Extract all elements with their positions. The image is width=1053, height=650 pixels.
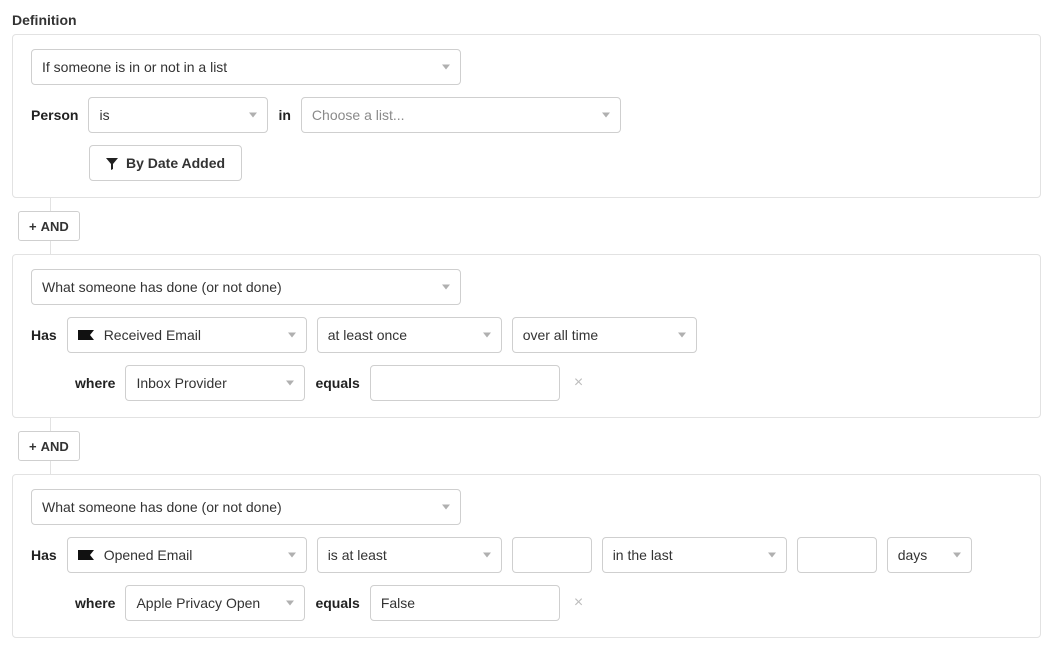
plus-icon: + bbox=[29, 439, 37, 454]
chevron-down-icon bbox=[483, 553, 491, 558]
frequency-select[interactable]: at least once bbox=[317, 317, 502, 353]
and-button[interactable]: + AND bbox=[18, 211, 80, 241]
operator-select[interactable]: is bbox=[88, 97, 268, 133]
chevron-down-icon bbox=[286, 381, 294, 386]
condition-type-label: What someone has done (or not done) bbox=[42, 279, 282, 295]
condition-type-select[interactable]: What someone has done (or not done) bbox=[31, 489, 461, 525]
condition-type-select[interactable]: What someone has done (or not done) bbox=[31, 269, 461, 305]
condition-type-label: If someone is in or not in a list bbox=[42, 59, 227, 75]
plus-icon: + bbox=[29, 219, 37, 234]
chevron-down-icon bbox=[602, 113, 610, 118]
remove-filter-icon[interactable]: × bbox=[570, 370, 587, 396]
condition-type-select[interactable]: If someone is in or not in a list bbox=[31, 49, 461, 85]
timeframe-label: in the last bbox=[613, 547, 673, 563]
metric-label: Opened Email bbox=[104, 547, 193, 563]
where-value: False bbox=[381, 595, 415, 611]
list-select[interactable]: Choose a list... bbox=[301, 97, 621, 133]
remove-filter-icon[interactable]: × bbox=[570, 590, 587, 616]
condition-block: If someone is in or not in a list Person… bbox=[12, 34, 1041, 198]
frequency-label: is at least bbox=[328, 547, 387, 563]
and-button[interactable]: + AND bbox=[18, 431, 80, 461]
timeframe-select[interactable]: in the last bbox=[602, 537, 787, 573]
where-field-label: Apple Privacy Open bbox=[136, 595, 260, 611]
where-op: equals bbox=[315, 595, 359, 611]
count-input[interactable] bbox=[512, 537, 592, 573]
time-value-input[interactable] bbox=[797, 537, 877, 573]
and-label: AND bbox=[41, 219, 69, 234]
connector: + AND bbox=[12, 418, 1041, 474]
date-filter-label: By Date Added bbox=[126, 155, 225, 171]
list-placeholder: Choose a list... bbox=[312, 107, 405, 123]
subject-label: Has bbox=[31, 327, 57, 343]
metric-label: Received Email bbox=[104, 327, 201, 343]
chevron-down-icon bbox=[768, 553, 776, 558]
chevron-down-icon bbox=[442, 285, 450, 290]
date-filter-button[interactable]: By Date Added bbox=[89, 145, 242, 181]
metric-select[interactable]: Received Email bbox=[67, 317, 307, 353]
where-value-input[interactable]: False bbox=[370, 585, 560, 621]
join-word: in bbox=[278, 107, 290, 123]
and-label: AND bbox=[41, 439, 69, 454]
chevron-down-icon bbox=[442, 505, 450, 510]
chevron-down-icon bbox=[286, 601, 294, 606]
chevron-down-icon bbox=[288, 553, 296, 558]
connector: + AND bbox=[12, 198, 1041, 254]
frequency-select[interactable]: is at least bbox=[317, 537, 502, 573]
timeframe-label: over all time bbox=[523, 327, 598, 343]
section-title: Definition bbox=[12, 12, 1041, 28]
operator-label: is bbox=[99, 107, 109, 123]
where-field-label: Inbox Provider bbox=[136, 375, 226, 391]
chevron-down-icon bbox=[483, 333, 491, 338]
where-label: where bbox=[75, 375, 115, 391]
flag-icon bbox=[78, 330, 94, 340]
subject-label: Person bbox=[31, 107, 78, 123]
chevron-down-icon bbox=[953, 553, 961, 558]
where-value-input[interactable] bbox=[370, 365, 560, 401]
where-field-select[interactable]: Apple Privacy Open bbox=[125, 585, 305, 621]
frequency-label: at least once bbox=[328, 327, 407, 343]
flag-icon bbox=[78, 550, 94, 560]
chevron-down-icon bbox=[288, 333, 296, 338]
condition-block: What someone has done (or not done) Has … bbox=[12, 254, 1041, 418]
time-unit-label: days bbox=[898, 547, 928, 563]
condition-block: What someone has done (or not done) Has … bbox=[12, 474, 1041, 638]
chevron-down-icon bbox=[249, 113, 257, 118]
funnel-icon bbox=[106, 157, 118, 169]
chevron-down-icon bbox=[678, 333, 686, 338]
where-op: equals bbox=[315, 375, 359, 391]
condition-type-label: What someone has done (or not done) bbox=[42, 499, 282, 515]
time-unit-select[interactable]: days bbox=[887, 537, 972, 573]
subject-label: Has bbox=[31, 547, 57, 563]
where-field-select[interactable]: Inbox Provider bbox=[125, 365, 305, 401]
where-label: where bbox=[75, 595, 115, 611]
timeframe-select[interactable]: over all time bbox=[512, 317, 697, 353]
metric-select[interactable]: Opened Email bbox=[67, 537, 307, 573]
chevron-down-icon bbox=[442, 65, 450, 70]
